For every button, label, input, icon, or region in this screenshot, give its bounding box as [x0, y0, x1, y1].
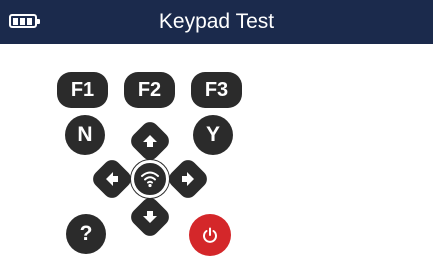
no-key-label: N — [77, 123, 93, 146]
f1-key-label: F1 — [70, 78, 95, 101]
f3-key-label: F3 — [204, 78, 229, 101]
wireless-icon — [141, 171, 159, 188]
power-key[interactable] — [189, 214, 231, 256]
up-key[interactable] — [127, 118, 173, 164]
no-key[interactable]: N — [65, 115, 105, 155]
arrow-left-icon — [106, 172, 118, 186]
keypad-test-screen: Keypad Test F1 F2 F3 N Y ? — [0, 0, 433, 262]
f2-key[interactable]: F2 — [124, 72, 175, 108]
yes-key-label: Y — [205, 123, 220, 146]
down-key[interactable] — [127, 194, 173, 240]
f1-key[interactable]: F1 — [57, 72, 108, 108]
help-key[interactable]: ? — [66, 214, 106, 254]
arrow-up-icon — [143, 135, 157, 147]
yes-key[interactable]: Y — [193, 115, 233, 155]
page-title: Keypad Test — [158, 10, 275, 33]
f3-key[interactable]: F3 — [191, 72, 242, 108]
title-bar: Keypad Test — [0, 0, 433, 44]
left-key[interactable] — [89, 156, 135, 202]
f2-key-label: F2 — [137, 78, 162, 101]
right-key[interactable] — [165, 156, 211, 202]
center-key[interactable] — [131, 160, 169, 198]
power-icon — [203, 227, 217, 243]
arrow-right-icon — [182, 172, 194, 186]
help-key-label: ? — [79, 222, 93, 245]
arrow-down-icon — [143, 211, 157, 223]
